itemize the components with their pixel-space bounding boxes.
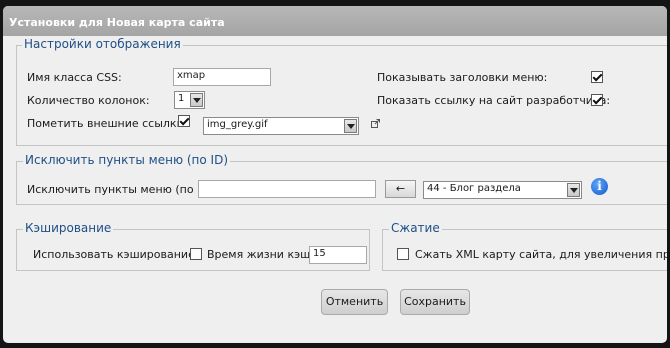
compress-xml-label: Сжать XML карту сайта, для увеличения пр… [415,248,667,261]
cancel-button[interactable]: Отменить [321,289,388,315]
columns-select-value: 1 [178,93,185,104]
info-icon[interactable]: i [591,178,608,195]
settings-dialog: Установки для Новая карта сайта Настройк… [3,6,667,343]
compression-fieldset: Сжатие Сжать XML карту сайта, для увелич… [382,221,667,271]
chevron-down-icon [190,93,203,107]
use-cache-label: Использовать кэширование: [33,248,199,261]
exclude-items-legend: Исключить пункты меню (по ID) [23,153,231,167]
save-button[interactable]: Сохранить [400,289,470,315]
external-links-label: Пометить внешние ссылки: [27,117,188,130]
chevron-down-icon [344,119,357,133]
cache-lifetime-input[interactable]: 15 [309,246,367,264]
css-class-input[interactable]: xmap [173,68,271,86]
external-image-value: img_grey.gif [207,119,268,130]
display-settings-fieldset: Настройки отображения Имя класса CSS: xm… [16,37,667,146]
dialog-title: Установки для Новая карта сайта [3,6,667,36]
menu-item-select[interactable]: 44 - Блог раздела [423,181,582,199]
exclude-items-label: Исключить пункты меню (по ID): [27,183,217,196]
dialog-content: Настройки отображения Имя класса CSS: xm… [3,36,667,343]
compression-legend: Сжатие [389,221,442,235]
cache-legend: Кэширование [23,221,114,235]
show-menu-titles-checkbox[interactable] [591,71,603,83]
cache-fieldset: Кэширование Использовать кэширование: Вр… [16,221,370,271]
menu-item-select-value: 44 - Блог раздела [427,183,521,194]
external-image-select[interactable]: img_grey.gif [203,117,359,135]
external-link-icon [371,119,380,128]
css-class-label: Имя класса CSS: [27,71,122,84]
compress-xml-checkbox[interactable] [397,248,409,260]
display-settings-legend: Настройки отображения [22,37,183,51]
show-dev-link-checkbox[interactable] [591,94,603,106]
add-item-arrow-button[interactable]: ← [385,180,416,198]
columns-select[interactable]: 1 [174,91,205,109]
show-menu-titles-label: Показывать заголовки меню: [377,71,548,84]
show-dev-link-label: Показать ссылку на сайт разработчика: [377,94,611,107]
external-links-checkbox[interactable] [178,115,190,127]
chevron-down-icon [567,183,580,197]
cache-lifetime-label: Время жизни кэша: [207,248,321,261]
columns-label: Количество колонок: [27,94,150,107]
use-cache-checkbox[interactable] [190,248,202,260]
exclude-items-input[interactable] [198,180,376,198]
exclude-items-fieldset: Исключить пункты меню (по ID) Исключить … [16,153,667,205]
